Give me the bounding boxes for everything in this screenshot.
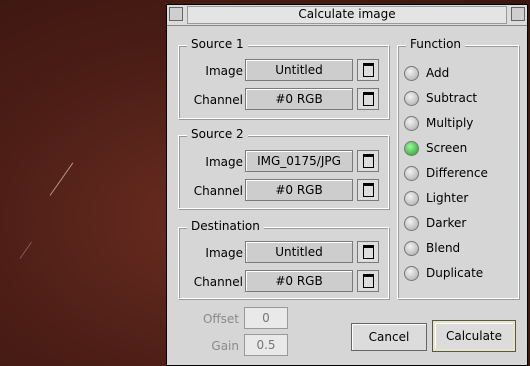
cancel-button[interactable]: Cancel bbox=[351, 323, 427, 351]
function-option-label: Multiply bbox=[426, 116, 474, 130]
source1-image-picker-icon[interactable] bbox=[357, 59, 379, 81]
radio-button-icon[interactable] bbox=[404, 266, 419, 281]
destination-channel-field[interactable]: #0 RGB bbox=[245, 270, 353, 292]
function-option-difference[interactable]: Difference bbox=[404, 165, 514, 183]
background-streak bbox=[49, 162, 74, 196]
function-group: Function Add Subtract Multiply Screen Differ… bbox=[397, 37, 519, 299]
radio-button-icon[interactable] bbox=[404, 91, 419, 106]
title-bar[interactable]: Calculate image bbox=[167, 5, 527, 26]
radio-button-icon[interactable] bbox=[404, 141, 419, 156]
function-option-blend[interactable]: Blend bbox=[404, 240, 514, 258]
radio-button-icon[interactable] bbox=[404, 216, 419, 231]
function-option-label: Subtract bbox=[426, 91, 478, 105]
source1-group: Source 1 Image Untitled Channel #0 RGB bbox=[178, 37, 389, 119]
radio-button-icon[interactable] bbox=[404, 166, 419, 181]
destination-image-label: Image bbox=[205, 246, 243, 260]
toggle-size-icon[interactable] bbox=[511, 7, 525, 21]
offset-field[interactable]: 0 bbox=[244, 307, 288, 329]
radio-button-icon[interactable] bbox=[404, 191, 419, 206]
source1-title: Source 1 bbox=[187, 37, 248, 51]
function-option-duplicate[interactable]: Duplicate bbox=[404, 265, 514, 283]
calculate-image-dialog: Calculate image Source 1 Image Untitled … bbox=[166, 4, 528, 366]
function-option-subtract[interactable]: Subtract bbox=[404, 90, 514, 108]
function-option-lighter[interactable]: Lighter bbox=[404, 190, 514, 208]
destination-title: Destination bbox=[187, 219, 264, 233]
destination-image-field[interactable]: Untitled bbox=[245, 241, 353, 263]
source1-image-field[interactable]: Untitled bbox=[245, 59, 353, 81]
source1-channel-label: Channel bbox=[193, 93, 243, 107]
function-option-darker[interactable]: Darker bbox=[404, 215, 514, 233]
source2-image-picker-icon[interactable] bbox=[357, 150, 379, 172]
source2-image-label: Image bbox=[205, 155, 243, 169]
function-option-label: Lighter bbox=[426, 191, 469, 205]
source2-channel-field[interactable]: #0 RGB bbox=[245, 179, 353, 201]
offset-label: Offset bbox=[202, 312, 239, 326]
function-title: Function bbox=[406, 37, 466, 51]
radio-button-icon[interactable] bbox=[404, 66, 419, 81]
destination-channel-label: Channel bbox=[193, 275, 243, 289]
destination-channel-picker-icon[interactable] bbox=[357, 270, 379, 292]
source2-image-field[interactable]: IMG_0175/JPG bbox=[245, 150, 353, 172]
radio-button-icon[interactable] bbox=[404, 116, 419, 131]
function-option-add[interactable]: Add bbox=[404, 65, 514, 83]
function-option-screen[interactable]: Screen bbox=[404, 140, 514, 158]
source2-channel-picker-icon[interactable] bbox=[357, 179, 379, 201]
source1-channel-field[interactable]: #0 RGB bbox=[245, 88, 353, 110]
function-option-label: Darker bbox=[426, 216, 467, 230]
function-option-multiply[interactable]: Multiply bbox=[404, 115, 514, 133]
destination-group: Destination Image Untitled Channel #0 RG… bbox=[178, 219, 389, 299]
source2-channel-label: Channel bbox=[193, 184, 243, 198]
radio-button-icon[interactable] bbox=[404, 241, 419, 256]
function-option-label: Screen bbox=[426, 141, 468, 155]
calculate-button[interactable]: Calculate bbox=[432, 320, 516, 352]
source2-title: Source 2 bbox=[187, 127, 248, 141]
source1-image-label: Image bbox=[205, 64, 243, 78]
background-streak-faint bbox=[19, 241, 32, 259]
function-option-label: Difference bbox=[426, 166, 488, 180]
gain-label: Gain bbox=[211, 339, 239, 353]
source1-channel-picker-icon[interactable] bbox=[357, 88, 379, 110]
window-title: Calculate image bbox=[187, 6, 507, 24]
function-option-label: Duplicate bbox=[426, 266, 484, 280]
destination-image-picker-icon[interactable] bbox=[357, 241, 379, 263]
close-icon[interactable] bbox=[169, 7, 183, 21]
function-option-label: Blend bbox=[426, 241, 461, 255]
source2-group: Source 2 Image IMG_0175/JPG Channel #0 R… bbox=[178, 127, 389, 209]
function-option-label: Add bbox=[426, 66, 450, 80]
gain-field[interactable]: 0.5 bbox=[244, 334, 288, 356]
